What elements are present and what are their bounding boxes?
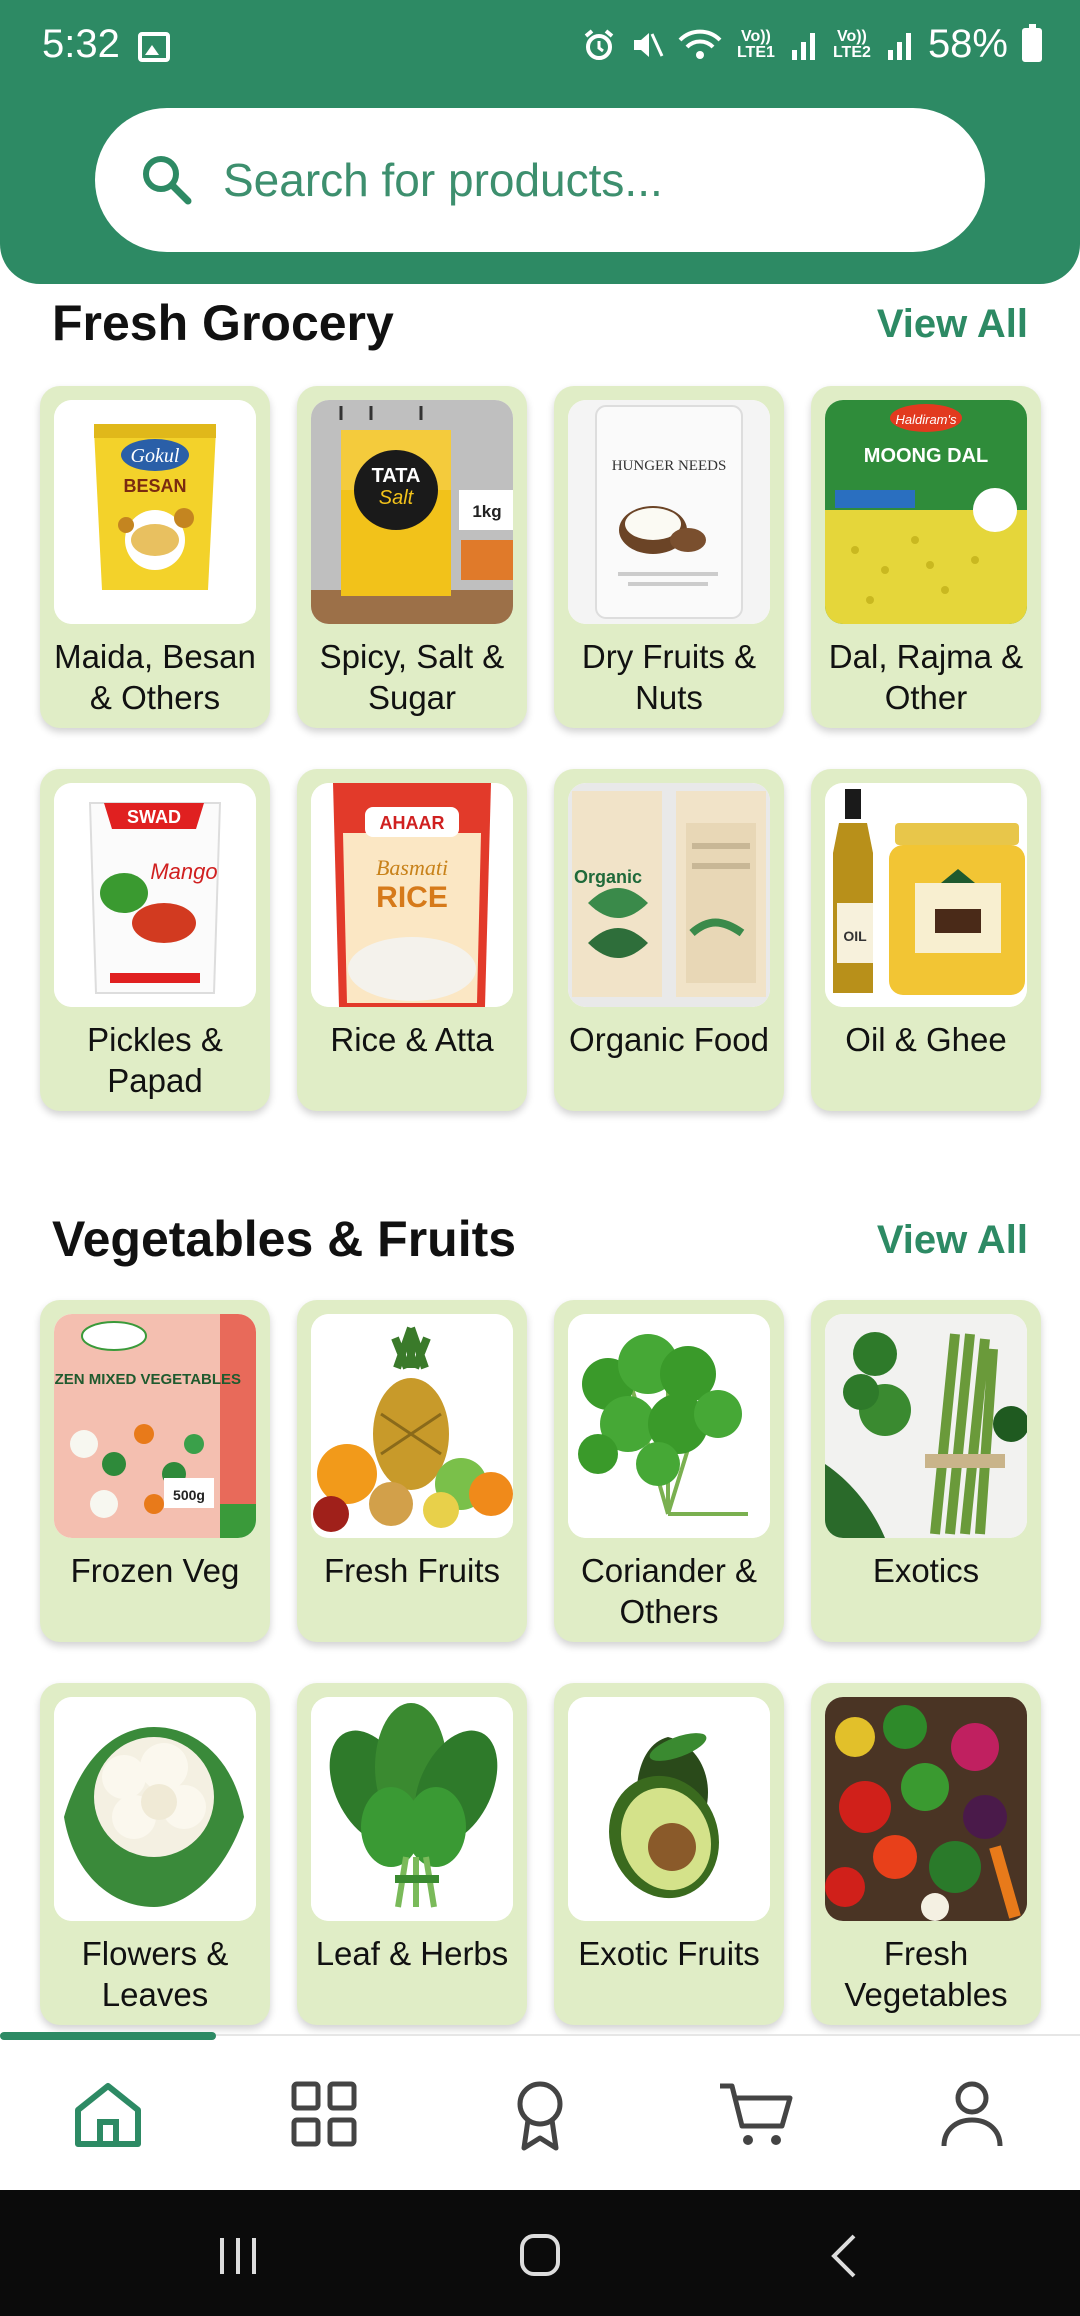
product-image [825, 1697, 1027, 1921]
alarm-icon [584, 28, 614, 60]
category-label: Leaf & Herbs [315, 1935, 509, 1972]
category-card-pickles[interactable]: SWAD Mango Pickles & Papad [40, 769, 270, 1111]
product-image [54, 1697, 256, 1921]
network-2-label: Vo)) LTE2 [832, 27, 871, 61]
category-card-dry-fruits[interactable]: HUNGER NEEDS Dry Fruits & Nuts [554, 386, 784, 728]
section-title-fresh-grocery: Fresh Grocery [52, 295, 394, 351]
oil-text: OIL [843, 928, 867, 944]
category-card-rice-atta[interactable]: AHAAR Basmati RICE Rice & Atta [297, 769, 527, 1111]
wifi-icon [678, 29, 722, 59]
frozen-veg-text: FROZEN MIXED VEGETABLES [54, 1371, 241, 1388]
product-image: Haldiram's MOONG DAL [825, 400, 1027, 624]
basmati-text: Basmati [376, 855, 448, 880]
status-bar: 5:32 Vo)) LTE1 Vo)) LTE2 58% [0, 0, 1080, 96]
product-image: Gokul BESAN [54, 400, 256, 624]
category-card-exotic-fruits[interactable]: Exotic Fruits [554, 1683, 784, 2025]
mango-text: Mango [150, 859, 217, 884]
category-card-oil-ghee[interactable]: OIL Oil & Ghee [811, 769, 1041, 1111]
app-screen: 5:32 Vo)) LTE1 Vo)) LTE2 58% Fresh Groce… [0, 0, 1080, 2316]
category-card-dal-rajma[interactable]: Haldiram's MOONG DAL Dal, Rajma & Other [811, 386, 1041, 728]
category-label: Exotic Fruits [578, 1935, 760, 1972]
cart-icon[interactable] [716, 2074, 796, 2154]
recent-apps-icon[interactable] [208, 2228, 268, 2284]
search-icon[interactable] [139, 152, 195, 208]
category-label: Dal, Rajma & Other [828, 638, 1024, 716]
category-card-flowers-leaves[interactable]: Flowers & Leaves [40, 1683, 270, 2025]
product-image: AHAAR Basmati RICE [311, 783, 513, 1007]
rice-text: RICE [376, 881, 448, 914]
kg-text: 1kg [472, 502, 501, 521]
product-image [825, 1314, 1027, 1538]
home-icon[interactable] [68, 2074, 148, 2154]
signal-1-icon [791, 32, 815, 60]
category-card-spicy-salt[interactable]: TATA Salt 1kg Spicy, Salt & Sugar [297, 386, 527, 728]
category-card-exotics[interactable]: Exotics [811, 1300, 1041, 1642]
network-1-label: Vo)) LTE1 [736, 27, 775, 61]
gokul-text: Gokul [131, 445, 180, 467]
section-title-vegetables-fruits: Vegetables & Fruits [52, 1211, 517, 1267]
salt-text: Salt [379, 487, 415, 509]
product-image [311, 1314, 513, 1538]
category-card-organic[interactable]: Organic Organic Food [554, 769, 784, 1111]
header: 5:32 Vo)) LTE1 Vo)) LTE2 58% [0, 0, 1080, 284]
mute-icon [633, 32, 664, 57]
product-image [311, 1697, 513, 1921]
category-label: Flowers & Leaves [81, 1935, 229, 2013]
category-label: Fresh Vegetables [844, 1935, 1008, 2013]
category-label: Maida, Besan & Others [54, 638, 256, 716]
back-icon[interactable] [814, 2228, 874, 2284]
category-card-fresh-fruits[interactable]: Fresh Fruits [297, 1300, 527, 1642]
swad-text: SWAD [127, 807, 181, 827]
category-card-frozen-veg[interactable]: FROZEN MIXED VEGETABLES 500g Frozen Veg [40, 1300, 270, 1642]
category-label: Rice & Atta [330, 1021, 494, 1058]
status-time: 5:32 [42, 22, 120, 66]
search-input[interactable] [223, 153, 903, 207]
category-label: Frozen Veg [70, 1552, 240, 1589]
product-image: Organic [568, 783, 770, 1007]
moong-dal-text: MOONG DAL [864, 445, 988, 467]
category-card-coriander[interactable]: Coriander & Others [554, 1300, 784, 1642]
category-label: Spicy, Salt & Sugar [319, 638, 505, 716]
category-label: Fresh Fruits [323, 1552, 501, 1589]
product-image: SWAD Mango [54, 783, 256, 1007]
category-card-maida-besan[interactable]: Gokul BESAN Maida, Besan & Others [40, 386, 270, 728]
category-label: Exotics [872, 1552, 980, 1589]
category-label: Oil & Ghee [845, 1021, 1007, 1058]
categories-icon[interactable] [284, 2074, 364, 2154]
bottom-navigation [0, 2034, 1080, 2190]
battery-percent: 58% [927, 22, 1008, 66]
ahaar-text: AHAAR [380, 813, 445, 833]
product-image: OIL [825, 783, 1027, 1007]
status-icons: Vo)) LTE1 Vo)) LTE2 58% [582, 22, 1042, 67]
rewards-icon[interactable] [500, 2074, 580, 2154]
frozen-weight-text: 500g [173, 1487, 205, 1503]
category-label: Pickles & Papad [87, 1021, 223, 1099]
product-image: TATA Salt 1kg [311, 400, 513, 624]
category-card-leaf-herbs[interactable]: Leaf & Herbs [297, 1683, 527, 2025]
category-label: Organic Food [569, 1021, 769, 1058]
product-image [568, 1697, 770, 1921]
category-label: Coriander & Others [580, 1552, 758, 1630]
hunger-needs-text: HUNGER NEEDS [612, 458, 727, 474]
view-all-vegetables-fruits[interactable]: View All [877, 1218, 1028, 1263]
organic-text: Organic [574, 867, 642, 887]
search-bar[interactable] [95, 108, 985, 252]
battery-icon [1022, 23, 1042, 62]
tata-text: TATA [372, 465, 421, 487]
system-navigation-bar [0, 2190, 1080, 2316]
profile-icon[interactable] [932, 2074, 1012, 2154]
home-button-icon[interactable] [510, 2228, 570, 2284]
besan-text: BESAN [123, 476, 186, 496]
product-image [568, 1314, 770, 1538]
nav-active-indicator [0, 2032, 216, 2040]
product-image: HUNGER NEEDS [568, 400, 770, 624]
haldiram-text: Haldiram's [896, 412, 957, 427]
product-image: FROZEN MIXED VEGETABLES 500g [54, 1314, 256, 1538]
gallery-notification-icon [138, 32, 170, 62]
view-all-fresh-grocery[interactable]: View All [877, 302, 1028, 347]
signal-2-icon [887, 32, 911, 60]
category-label: Dry Fruits & Nuts [581, 638, 757, 716]
category-card-fresh-vegetables[interactable]: Fresh Vegetables [811, 1683, 1041, 2025]
